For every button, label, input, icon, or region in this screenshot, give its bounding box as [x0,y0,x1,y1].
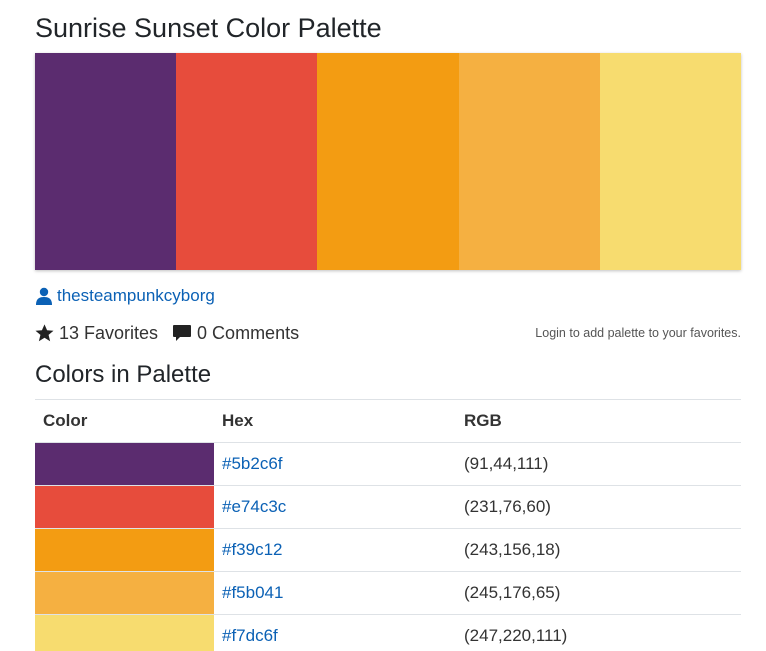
rgb-value: (245,176,65) [456,571,741,615]
palette-swatch[interactable] [176,53,318,270]
comment-icon [173,325,192,341]
favorites-label: 13 Favorites [59,322,159,343]
section-title: Colors in Palette [35,361,212,388]
user-icon [36,287,52,305]
star-icon [35,324,54,342]
table-row: #e74c3c (231,76,60) [35,485,741,529]
column-header-rgb: RGB [456,399,741,443]
table-row: #f7dc6f (247,220,111) [35,614,741,651]
palette-swatch[interactable] [35,53,177,270]
hex-link[interactable]: #5b2c6f [222,454,283,473]
hex-link[interactable]: #f7dc6f [222,626,278,645]
palette-swatch[interactable] [599,53,742,270]
rgb-value: (231,76,60) [456,485,741,529]
palette-swatch[interactable] [317,53,459,270]
page-title: Sunrise Sunset Color Palette [35,13,382,43]
comments-label: 0 Comments [197,322,300,343]
table-row: #f39c12 (243,156,18) [35,528,741,572]
hex-link[interactable]: #f5b041 [222,583,283,602]
rgb-value: (91,44,111) [456,442,741,486]
palette-strip [35,53,742,270]
color-swatch-cell [35,571,214,615]
author-link[interactable]: thesteampunkcyborg [57,286,215,306]
color-swatch-cell [35,614,214,651]
login-note: Login to add palette to your favorites. [535,326,741,340]
color-swatch-cell [35,442,214,486]
column-header-hex: Hex [214,399,456,443]
column-header-color: Color [35,399,214,443]
rgb-value: (247,220,111) [456,614,741,651]
table-header-row: Color Hex RGB [35,399,741,443]
hex-link[interactable]: #e74c3c [222,497,286,516]
colors-table: Color Hex RGB #5b2c6f (91,44,111) #e74c3… [35,399,741,651]
comments-count: 0 Comments [172,323,299,344]
meta-row: 13 Favorites 0 Comments Login to add pal… [35,320,741,346]
author-row: thesteampunkcyborg [35,285,741,307]
rgb-value: (243,156,18) [456,528,741,572]
color-swatch-cell [35,528,214,572]
palette-stats: 13 Favorites 0 Comments [35,323,313,344]
color-swatch-cell [35,485,214,529]
table-row: #5b2c6f (91,44,111) [35,442,741,486]
palette-swatch[interactable] [458,53,600,270]
table-row: #f5b041 (245,176,65) [35,571,741,615]
page-container: Sunrise Sunset Color Palette thesteampun… [35,0,742,651]
hex-link[interactable]: #f39c12 [222,540,283,559]
favorites-count: 13 Favorites [35,323,158,344]
